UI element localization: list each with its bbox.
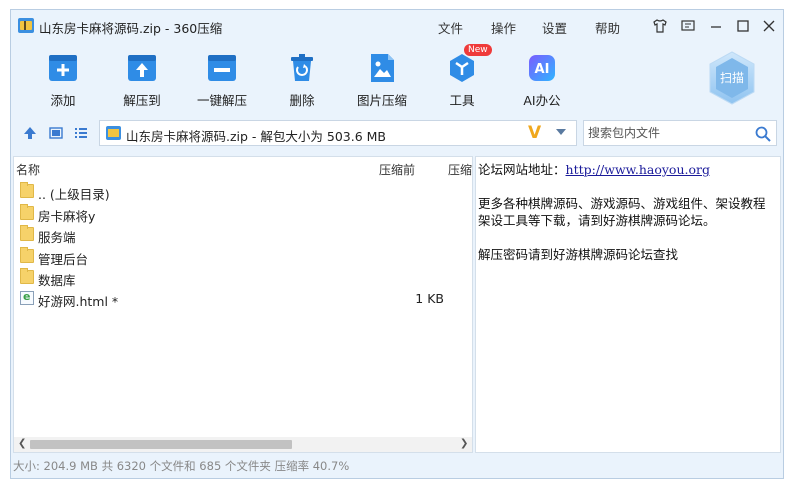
search-icon[interactable] <box>754 125 772 143</box>
forum-line: 论坛网站地址：http://www.haoyou.org <box>478 159 710 178</box>
column-compressed[interactable]: 压缩 <box>448 161 472 178</box>
scan-button[interactable]: 扫描 <box>707 50 757 106</box>
folder-icon <box>20 247 34 263</box>
scrollbar-thumb[interactable] <box>30 440 292 449</box>
shield-hexagon-icon: 扫描 <box>709 51 755 105</box>
one-click-extract-button[interactable]: 一键解压 <box>186 48 258 108</box>
list-item-parent-folder[interactable]: .. (上级目录) <box>14 181 472 202</box>
status-bar: 大小: 204.9 MB 共 6320 个文件和 685 个文件夹 压缩率 40… <box>13 459 350 473</box>
folder-icon <box>20 182 34 198</box>
image-compress-icon <box>371 54 394 82</box>
window-title: 山东房卡麻将源码.zip - 360压缩 <box>39 21 223 36</box>
up-arrow-icon[interactable] <box>22 125 38 141</box>
list-item-file[interactable]: 好游网.html * 1 KB <box>14 288 472 309</box>
scroll-left-icon[interactable]: ❮ <box>18 438 26 449</box>
path-field[interactable]: 山东房卡麻将源码.zip - 解包大小为 503.6 MB V <box>99 120 577 146</box>
trash-icon <box>291 54 313 81</box>
tools-label: 工具 <box>449 93 475 108</box>
ai-glyph: AI <box>535 62 550 77</box>
title-bar: 山东房卡麻将源码.zip - 360压缩 文件 操作 设置 帮助 <box>11 10 783 42</box>
app-window: 山东房卡麻将源码.zip - 360压缩 文件 操作 设置 帮助 添加 解压到 … <box>10 9 784 479</box>
v-logo-icon[interactable]: V <box>528 123 541 143</box>
toolbar: 添加 解压到 一键解压 删除 图片压缩 New 工具 AI AI办公 扫描 <box>11 42 783 114</box>
delete-button[interactable]: 删除 <box>266 48 338 108</box>
column-header: 名称 压缩前 压缩 <box>14 157 472 179</box>
archive-comment-pane: 论坛网站地址：http://www.haoyou.org 更多各种棋牌源码、游戏… <box>475 156 781 453</box>
scroll-right-icon[interactable]: ❯ <box>460 438 468 449</box>
forum-link[interactable]: http://www.haoyou.org <box>566 162 710 177</box>
list-item-folder[interactable]: 数据库 <box>14 267 472 288</box>
folder-icon <box>20 204 34 220</box>
file-size: 1 KB <box>415 291 444 306</box>
tools-icon <box>450 54 474 82</box>
one-click-extract-icon <box>208 55 236 81</box>
image-compress-label: 图片压缩 <box>356 93 407 108</box>
file-name: 房卡麻将y <box>38 209 96 224</box>
file-name: .. (上级目录) <box>38 187 110 202</box>
menu-settings[interactable]: 设置 <box>542 18 567 37</box>
horizontal-scrollbar[interactable]: ❮ ❯ <box>14 437 472 452</box>
list-item-folder[interactable]: 管理后台 <box>14 246 472 267</box>
column-name[interactable]: 名称 <box>16 161 40 178</box>
column-size-before[interactable]: 压缩前 <box>379 161 415 178</box>
add-icon <box>49 55 77 81</box>
add-button[interactable]: 添加 <box>27 48 99 108</box>
image-compress-button[interactable]: 图片压缩 <box>346 48 418 108</box>
skin-icon[interactable] <box>652 18 668 34</box>
address-bar: 山东房卡麻将源码.zip - 解包大小为 503.6 MB V <box>11 114 783 150</box>
file-name: 好游网.html * <box>38 294 119 309</box>
menu-operation[interactable]: 操作 <box>491 18 516 37</box>
extract-to-button[interactable]: 解压到 <box>106 48 178 108</box>
list-view-icon[interactable] <box>73 125 89 141</box>
chevron-down-icon[interactable] <box>556 129 566 135</box>
ai-office-label: AI办公 <box>523 93 561 108</box>
forum-label: 论坛网站地址： <box>478 162 566 177</box>
menu-file[interactable]: 文件 <box>438 18 463 37</box>
menu-help[interactable]: 帮助 <box>595 18 620 37</box>
file-name: 数据库 <box>38 273 76 288</box>
file-list-pane: 名称 压缩前 压缩 .. (上级目录) 房卡麻将y 服务端 管理后台 数据库 e… <box>13 156 473 453</box>
feedback-icon[interactable] <box>680 18 696 34</box>
folder-icon <box>20 268 34 284</box>
extract-to-label: 解压到 <box>123 93 161 108</box>
file-name: 管理后台 <box>38 252 89 267</box>
one-click-extract-label: 一键解压 <box>196 93 247 108</box>
zip-archive-icon <box>18 18 34 33</box>
path-text: 山东房卡麻将源码.zip - 解包大小为 503.6 MB <box>126 129 386 144</box>
list-item-folder[interactable]: 房卡麻将y <box>14 203 472 224</box>
file-name: 服务端 <box>38 230 76 245</box>
ai-office-button[interactable]: AI AI办公 <box>506 48 578 108</box>
scan-label: 扫描 <box>720 71 744 85</box>
list-item-folder[interactable]: 服务端 <box>14 224 472 245</box>
delete-label: 删除 <box>289 93 315 108</box>
comment-line-4: 解压密码请到好游棋牌源码论坛查找 <box>478 247 679 262</box>
search-input[interactable] <box>588 124 748 142</box>
comment-line-3: 架设工具等下载，请到好游棋牌源码论坛。 <box>478 213 716 228</box>
search-box <box>583 120 777 146</box>
minimize-icon[interactable] <box>708 18 724 34</box>
html-file-icon <box>20 290 34 305</box>
folder-icon <box>20 225 34 241</box>
add-label: 添加 <box>50 93 76 108</box>
ai-office-icon: AI <box>529 55 555 81</box>
close-icon[interactable] <box>761 18 777 34</box>
maximize-icon[interactable] <box>735 18 751 34</box>
new-badge: New <box>464 44 492 56</box>
tools-button[interactable]: New 工具 <box>426 44 498 108</box>
extract-to-icon <box>128 55 156 81</box>
thumbnail-view-icon[interactable] <box>48 125 64 141</box>
zip-archive-icon <box>106 126 121 140</box>
